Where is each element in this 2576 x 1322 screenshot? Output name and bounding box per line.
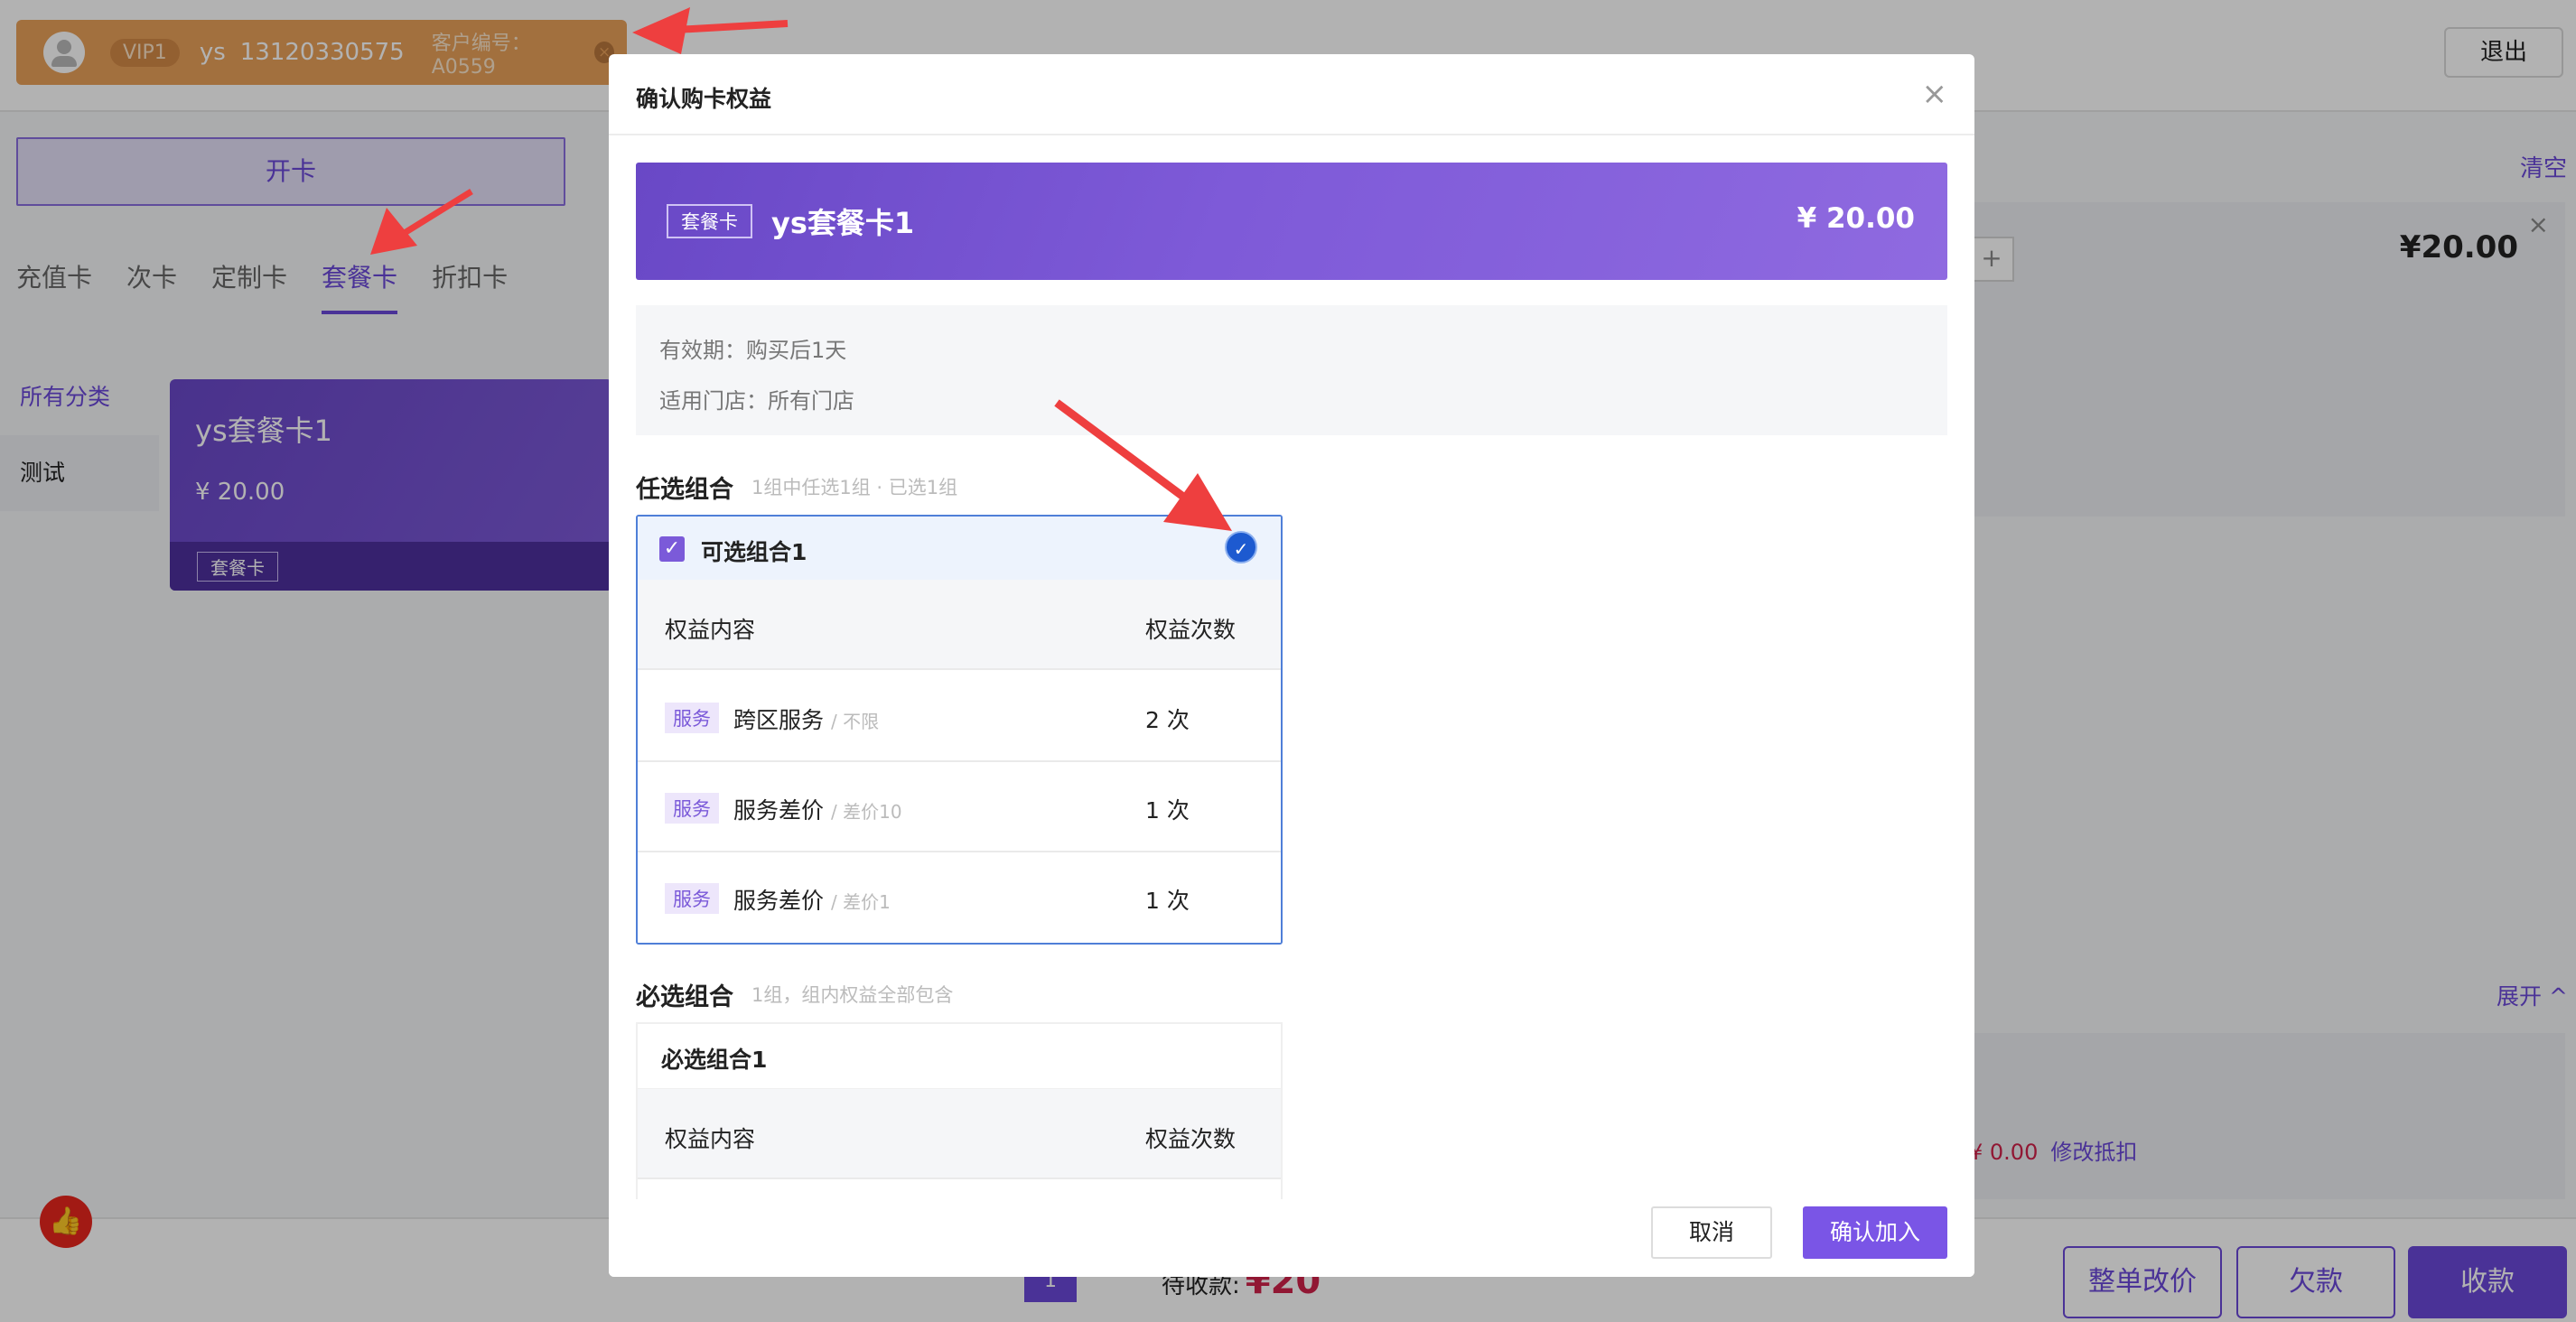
table-row: 服务 服务差价 / 差价10 1 次 bbox=[638, 762, 1281, 852]
close-icon[interactable]: × bbox=[1922, 76, 1948, 112]
table-row: 服务 跨区服务 / 不限 2 次 bbox=[638, 672, 1281, 762]
col-content: 权益内容 bbox=[665, 1126, 756, 1152]
optional-section-hint: 1组中任选1组 · 已选1组 bbox=[751, 477, 958, 498]
benefit-name-text: 服务差价 bbox=[733, 888, 825, 914]
dialog-header: 确认购卡权益 × bbox=[609, 54, 1974, 135]
table-header: 权益内容 权益次数 bbox=[638, 580, 1281, 670]
service-tag: 服务 bbox=[665, 703, 719, 733]
card-name: ys套餐卡1 bbox=[771, 206, 915, 240]
service-tag: 服务 bbox=[665, 883, 719, 914]
benefit-note: / 差价1 bbox=[831, 891, 891, 913]
col-count: 权益次数 bbox=[1145, 617, 1237, 643]
col-content: 权益内容 bbox=[665, 617, 756, 643]
required-group: 必选组合1 权益内容 权益次数 bbox=[636, 1022, 1283, 1203]
benefit-count: 1 次 bbox=[1145, 888, 1190, 914]
validity-text: 有效期：购买后1天 bbox=[659, 338, 847, 363]
dialog-footer: 取消 确认加入 bbox=[609, 1199, 1974, 1277]
benefit-name: 服务差价 / 差价1 bbox=[733, 883, 891, 916]
benefit-note: / 不限 bbox=[831, 711, 880, 732]
table-header: 权益内容 权益次数 bbox=[638, 1089, 1281, 1179]
selected-check-icon[interactable]: ✓ bbox=[1225, 531, 1257, 563]
dialog-title: 确认购卡权益 bbox=[636, 86, 772, 112]
service-tag: 服务 bbox=[665, 793, 719, 824]
card-type-tag: 套餐卡 bbox=[667, 204, 752, 238]
benefit-name: 服务差价 / 差价10 bbox=[733, 793, 902, 825]
benefit-count: 1 次 bbox=[1145, 797, 1190, 824]
optional-group[interactable]: ✓ 可选组合1 ✓ 权益内容 权益次数 服务 跨区服务 / 不限 2 次 服务 服… bbox=[636, 515, 1283, 945]
stores-text: 适用门店：所有门店 bbox=[659, 388, 854, 414]
benefit-count: 2 次 bbox=[1145, 707, 1190, 733]
optional-group-header[interactable]: ✓ 可选组合1 ✓ bbox=[638, 517, 1281, 580]
benefit-name-text: 跨区服务 bbox=[733, 707, 825, 733]
optional-group-name: 可选组合1 bbox=[701, 539, 807, 565]
check-icon[interactable]: ✓ bbox=[659, 536, 685, 562]
confirm-purchase-dialog: 确认购卡权益 × 套餐卡 ys套餐卡1 ¥ 20.00 有效期：购买后1天 适用… bbox=[609, 54, 1974, 1277]
required-group-header: 必选组合1 bbox=[638, 1024, 1281, 1089]
confirm-add-button[interactable]: 确认加入 bbox=[1803, 1206, 1947, 1259]
table-row: 服务 服务差价 / 差价1 1 次 bbox=[638, 852, 1281, 943]
required-section-title: 必选组合 bbox=[636, 983, 733, 1011]
col-count: 权益次数 bbox=[1145, 1126, 1237, 1152]
benefit-note: / 差价10 bbox=[831, 801, 902, 823]
card-banner: 套餐卡 ys套餐卡1 ¥ 20.00 bbox=[636, 163, 1947, 280]
required-group-name: 必选组合1 bbox=[661, 1047, 768, 1073]
benefit-name: 跨区服务 / 不限 bbox=[733, 703, 879, 735]
card-info-box: 有效期：购买后1天 适用门店：所有门店 bbox=[636, 305, 1947, 435]
required-section-hint: 1组，组内权益全部包含 bbox=[751, 984, 954, 1006]
card-price: ¥ 20.00 bbox=[1797, 202, 1915, 235]
benefit-name-text: 服务差价 bbox=[733, 797, 825, 824]
optional-section-title: 任选组合 bbox=[636, 476, 733, 504]
cancel-button[interactable]: 取消 bbox=[1651, 1206, 1772, 1259]
